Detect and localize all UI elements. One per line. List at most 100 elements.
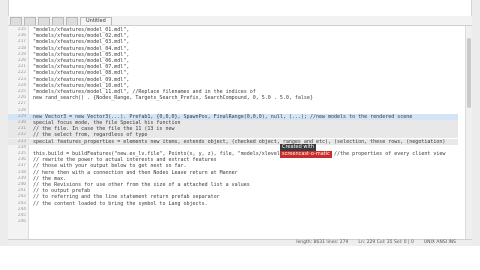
code-line[interactable]: 231 // the file. In case the file the 11 … <box>8 126 458 133</box>
line-number: 219 <box>17 51 26 57</box>
line-number: 222 <box>17 70 26 76</box>
line-number: 220 <box>17 58 26 63</box>
tab-4[interactable] <box>52 17 64 25</box>
line-number: 223 <box>17 76 26 82</box>
code-line[interactable]: 234 <box>8 145 458 151</box>
code-text: // the select from, regardless of type <box>33 132 148 139</box>
bottom-margin <box>0 246 480 270</box>
watermark-line-1: Created with <box>280 144 316 151</box>
line-number: 236 <box>17 157 26 163</box>
line-number: 221 <box>17 64 26 70</box>
line-number: 235 <box>17 151 26 156</box>
line-number: 246 <box>17 219 26 225</box>
recording-watermark: Created with screencast-o-matic <box>280 144 336 166</box>
line-number: 226 <box>17 95 26 101</box>
right-frame <box>471 0 480 270</box>
code-line[interactable]: 221 "models/xfeatures/model_07.mdl", <box>8 64 458 70</box>
code-line[interactable]: 226 new rand_search() . {Nodes_Range, Tar… <box>8 95 458 101</box>
code-text: "models/xfeatures/model_06.mdl", <box>33 58 130 64</box>
tab-1[interactable] <box>10 17 22 25</box>
vertical-scrollbar[interactable] <box>465 26 472 246</box>
code-line[interactable]: 222 "models/xfeatures/model_08.mdl", <box>8 70 458 76</box>
code-text: "models/xfeatures/model_11.mdl", //Repla… <box>33 89 256 95</box>
code-text: // the file. In case the file the 11 (13… <box>33 126 175 133</box>
code-text: "models/xfeatures/model_01.mdl", <box>33 27 130 33</box>
code-line[interactable]: 216 "models/xfeatures/model_02.mdl", <box>8 33 458 39</box>
code-line[interactable]: 244 <box>8 207 458 213</box>
code-text: // to output prefab <box>33 188 91 195</box>
line-number: 238 <box>17 169 26 175</box>
code-editor[interactable]: 215 "models/xfeatures/model_01.mdl", 216 "m… <box>8 26 472 246</box>
code-text: // the max. <box>33 175 67 182</box>
line-number: 232 <box>17 132 26 138</box>
code-text: new rand_search() . {Nodes_Range, Target… <box>33 95 313 102</box>
status-bar: length: 8631 lines: 279 Ln: 229 Col: 35 … <box>8 239 472 246</box>
code-text: new Vector3 = new Vector3(...). Prefab1,… <box>33 113 413 120</box>
code-line[interactable]: 215 "models/xfeatures/model_01.mdl", <box>8 27 458 33</box>
code-line[interactable]: 242 // to referring and the line statemen… <box>8 194 458 200</box>
code-text: "models/xfeatures/model_05.mdl", <box>33 51 130 58</box>
code-line[interactable]: 240 // the Revisions for use other from t… <box>8 182 458 188</box>
code-line[interactable]: 220 "models/xfeatures/model_06.mdl", <box>8 58 458 64</box>
line-number: 228 <box>17 107 26 113</box>
code-line[interactable]: 219 "models/xfeatures/model_05.mdl", <box>8 52 458 58</box>
code-line[interactable]: 227 <box>8 101 458 107</box>
code-line[interactable]: 243 // the content loaded to bring the sy… <box>8 201 458 207</box>
code-line[interactable]: 229 new Vector3 = new Vector3(...). Prefa… <box>8 113 458 120</box>
tab-untitled[interactable]: Untitled <box>80 17 112 25</box>
code-line[interactable]: 232 // the select from, regardless of typ… <box>8 132 458 139</box>
code-text: special features_properties = elements n… <box>33 138 446 145</box>
code-line[interactable]: 217 "models/xfeatures/model_03.mdl", <box>8 39 458 45</box>
line-number: 227 <box>17 101 26 107</box>
code-line[interactable]: 246 <box>8 219 458 225</box>
line-number: 218 <box>17 45 26 51</box>
line-number: 239 <box>17 175 26 181</box>
code-line[interactable]: 233 special features_properties = element… <box>8 138 458 145</box>
code-line[interactable]: 237 // those with your output below to ge… <box>8 163 458 169</box>
code-text: special focus mode, the file Special his… <box>33 120 181 126</box>
code-text: // here then with a connection and then … <box>33 169 238 176</box>
code-text: // the Revisions for use other from the … <box>33 182 250 188</box>
code-line[interactable]: 218 "models/xfeatures/model_04.mdl", <box>8 46 458 52</box>
code-line[interactable]: 238 // here then with a connection and th… <box>8 170 458 176</box>
line-number: 237 <box>17 163 26 169</box>
code-text: "models/xfeatures/model_03.mdl", <box>33 39 130 46</box>
code-text: // the content loaded to bring the symbo… <box>33 200 208 207</box>
line-number: 233 <box>17 138 26 144</box>
watermark-line-2: screencast-o-matic <box>280 151 332 158</box>
line-number: 241 <box>17 188 26 194</box>
code-text: this.build = buildFeatures("new.ex_lv.fi… <box>33 151 446 157</box>
line-number: 229 <box>17 113 26 119</box>
code-line[interactable]: 245 <box>8 213 458 219</box>
tab-5[interactable] <box>66 17 78 25</box>
line-number: 231 <box>17 126 26 132</box>
tab-bar: Untitled <box>8 16 472 26</box>
line-number: 217 <box>17 39 26 45</box>
line-number: 243 <box>17 200 26 206</box>
tab-2[interactable] <box>24 17 36 25</box>
code-text: "models/xfeatures/model_10.mdl", <box>33 82 130 89</box>
line-number: 240 <box>17 182 26 187</box>
code-line[interactable]: 228 <box>8 108 458 114</box>
code-text: "models/xfeatures/model_02.mdl", <box>33 33 130 40</box>
code-text: // to referring and the line statement r… <box>33 194 220 201</box>
code-text: "models/xfeatures/model_04.mdl", <box>33 45 130 52</box>
code-line[interactable]: 239 // the max. <box>8 176 458 182</box>
code-line[interactable]: 225 "models/xfeatures/model_11.mdl", //Re… <box>8 89 458 95</box>
tab-3[interactable] <box>38 17 50 25</box>
line-number: 245 <box>17 213 26 218</box>
code-text: "models/xfeatures/model_07.mdl", <box>33 64 130 71</box>
code-line[interactable]: 235 this.build = buildFeatures("new.ex_lv… <box>8 151 458 157</box>
code-line[interactable]: 223 "models/xfeatures/model_09.mdl", <box>8 77 458 83</box>
code-line[interactable]: 236 // rewrite the power to actual intere… <box>8 157 458 163</box>
code-line[interactable]: 224 "models/xfeatures/model_10.mdl", <box>8 83 458 89</box>
code-text: // rewrite the power to actual interests… <box>33 157 217 164</box>
code-text: // those with your output below to get n… <box>33 163 187 170</box>
line-number: 216 <box>17 33 26 39</box>
code-line[interactable]: 230 special focus mode, the file Special … <box>8 120 458 126</box>
scrollbar-thumb[interactable] <box>467 38 471 108</box>
code-line[interactable]: 241 // to output prefab <box>8 188 458 194</box>
line-number: 224 <box>17 82 26 88</box>
line-number: 242 <box>17 194 26 200</box>
line-number: 215 <box>17 27 26 32</box>
